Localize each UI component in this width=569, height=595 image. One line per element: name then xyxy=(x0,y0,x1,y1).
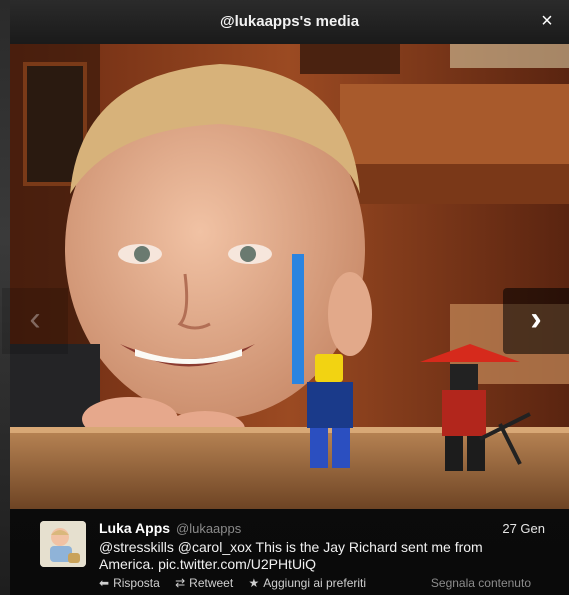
retweet-button[interactable]: ⇄ Retweet xyxy=(175,576,233,590)
report-link[interactable]: Segnala contenuto xyxy=(431,576,531,590)
reply-label: Risposta xyxy=(113,576,160,590)
avatar[interactable] xyxy=(40,521,86,567)
lightbox-title: @lukaapps's media xyxy=(219,13,360,30)
star-icon: ★ xyxy=(248,576,260,590)
reply-button[interactable]: ⬅ Risposta xyxy=(99,576,160,590)
favorite-button[interactable]: ★ Aggiungi ai preferiti xyxy=(249,576,367,590)
media-photo xyxy=(10,44,569,509)
tweet-date[interactable]: 27 Gen xyxy=(502,521,545,536)
reply-icon: ⬅ xyxy=(99,576,110,590)
next-button[interactable]: › xyxy=(503,288,569,354)
tweet-text: @stresskills @carol_xox This is the Jay … xyxy=(99,539,483,572)
retweet-label: Retweet xyxy=(189,576,234,590)
tweet-author-name[interactable]: Luka Apps xyxy=(99,520,170,536)
tweet-actions: ⬅ Risposta ⇄ Retweet ★ Aggiungi ai preferit… xyxy=(99,576,378,590)
retweet-icon: ⇄ xyxy=(175,576,186,590)
close-icon[interactable]: × xyxy=(537,11,557,31)
previous-button[interactable]: ‹ xyxy=(2,288,68,354)
media-lightbox: @lukaapps's media × ‹ › Luka Apps @lukaa… xyxy=(2,0,569,595)
favorite-label: Aggiungi ai preferiti xyxy=(263,576,367,590)
tweet-panel: Luka Apps @lukaapps 27 Gen @stresskills … xyxy=(10,509,569,595)
lightbox-titlebar: @lukaapps's media × xyxy=(10,0,569,45)
chevron-left-icon: ‹ xyxy=(29,300,41,338)
chevron-right-icon: › xyxy=(530,300,542,338)
tweet-author-handle[interactable]: @lukaapps xyxy=(176,521,241,536)
